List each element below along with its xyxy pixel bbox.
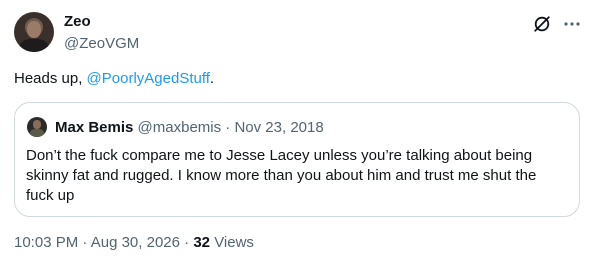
author-handle[interactable]: @ZeoVGM bbox=[64, 35, 139, 52]
footer-separator: · bbox=[82, 234, 88, 251]
tweet-text: Heads up, @PoorlyAgedStuff. bbox=[14, 69, 214, 89]
author-display-name[interactable]: Zeo bbox=[64, 13, 91, 30]
tweet-date[interactable]: Aug 30, 2026 bbox=[91, 234, 180, 251]
tweet-mention-link[interactable]: @PoorlyAgedStuff bbox=[87, 70, 210, 87]
views-count: 32 bbox=[193, 234, 211, 251]
more-icon[interactable] bbox=[562, 14, 582, 34]
tweet-footer: 10:03 PM · Aug 30, 2026 · 32 Views bbox=[14, 234, 254, 252]
author-avatar[interactable] bbox=[14, 12, 54, 52]
author-name-block[interactable]: Zeo bbox=[64, 13, 91, 31]
quote-date[interactable]: Nov 23, 2018 bbox=[234, 119, 323, 136]
quote-handle[interactable]: @maxbemis bbox=[138, 119, 222, 136]
tweet-text-suffix: . bbox=[209, 70, 215, 87]
avatar-body bbox=[20, 39, 48, 52]
quote-tweet-card[interactable]: Max Bemis @maxbemis · Nov 23, 2018 Don’t… bbox=[14, 102, 580, 217]
tweet-text-prefix: Heads up, bbox=[14, 70, 87, 87]
quote-text: Don’t the fuck compare me to Jesse Lacey… bbox=[26, 147, 537, 204]
quote-separator: · bbox=[225, 119, 231, 136]
quote-header: Max Bemis @maxbemis · Nov 23, 2018 bbox=[55, 119, 324, 137]
quote-display-name[interactable]: Max Bemis bbox=[55, 119, 133, 136]
grok-icon[interactable] bbox=[532, 14, 552, 34]
quote-avatar-face bbox=[33, 120, 41, 129]
quote-avatar-body bbox=[30, 129, 44, 137]
views-label: Views bbox=[214, 234, 254, 251]
footer-separator-2: · bbox=[184, 234, 190, 251]
tweet-time[interactable]: 10:03 PM bbox=[14, 234, 78, 251]
quote-author-avatar[interactable] bbox=[27, 117, 47, 137]
avatar-face bbox=[27, 21, 41, 38]
